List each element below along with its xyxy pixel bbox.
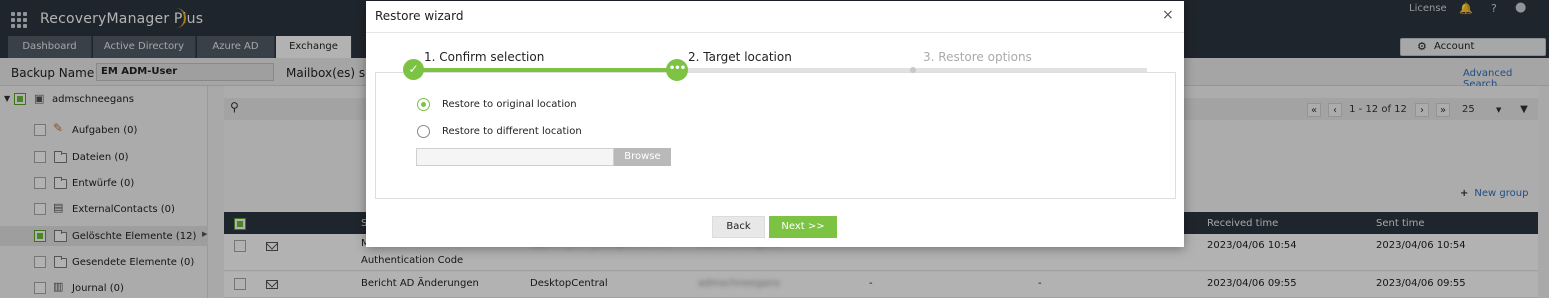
step-confirm-selection: 1. Confirm selection — [424, 50, 545, 64]
option-label: Restore to different location — [442, 126, 582, 137]
dialog-title: Restore wizard — [375, 9, 464, 23]
radio-original-location[interactable] — [417, 98, 430, 111]
step-target-location: 2. Target location — [688, 50, 792, 64]
check-icon: ✓ — [403, 59, 424, 80]
ellipsis-icon: ••• — [666, 59, 688, 81]
restore-wizard-dialog: Restore wizard × 1. Confirm selection 2.… — [366, 1, 1184, 247]
option-label: Restore to original location — [442, 99, 577, 110]
target-location-input[interactable] — [416, 148, 614, 166]
next-button[interactable]: Next >> — [769, 216, 837, 238]
pending-step-dot — [910, 67, 916, 73]
radio-different-location[interactable] — [417, 125, 430, 138]
title-divider — [366, 32, 1184, 33]
step-restore-options: 3. Restore options — [923, 50, 1032, 64]
back-button[interactable]: Back — [712, 216, 765, 238]
close-icon[interactable]: × — [1162, 7, 1174, 23]
browse-button[interactable]: Browse — [614, 148, 671, 166]
